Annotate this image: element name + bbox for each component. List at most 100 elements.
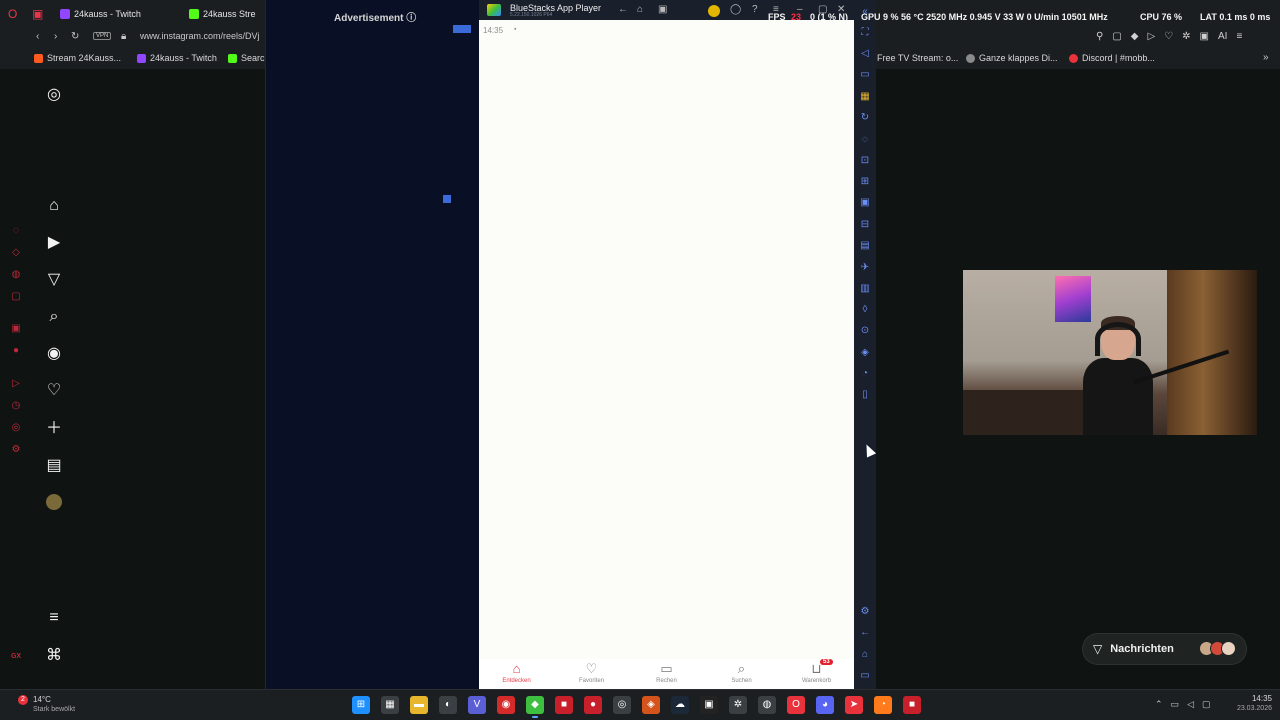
file-explorer-icon[interactable]: ▬ xyxy=(410,696,428,714)
instagram-logo-icon[interactable]: ◎ xyxy=(45,86,63,104)
tab-manager-icon[interactable]: ▣ xyxy=(32,7,46,21)
history-icon[interactable]: ◷ xyxy=(10,400,22,412)
home-icon[interactable]: ⌂ xyxy=(637,4,643,15)
back-icon[interactable]: ← xyxy=(618,4,628,15)
record-icon[interactable]: ⊟ xyxy=(859,219,871,231)
multi-instance-icon[interactable]: ▣ xyxy=(658,4,667,15)
android-screen[interactable]: 14:35 ▪ ⌂ Entdecken ♡ Favoriten ▭ Rechen… xyxy=(479,20,854,689)
dashboard-icon[interactable]: ▤ xyxy=(45,457,63,475)
clock[interactable]: 14:35 23.03.2026 xyxy=(1232,694,1272,712)
adchoices-icon[interactable] xyxy=(453,25,471,33)
volume-icon[interactable]: ◁ xyxy=(1187,699,1194,710)
opera-icon[interactable]: O xyxy=(787,696,805,714)
threads-icon[interactable]: ⌘ xyxy=(45,647,63,665)
messages-button[interactable]: ▽ Nachrichten xyxy=(1083,634,1246,664)
shield-icon[interactable]: ◆ xyxy=(1131,31,1139,42)
aria-icon[interactable]: ◌ xyxy=(10,225,22,237)
back-icon[interactable]: ‹ xyxy=(36,31,39,42)
home-icon[interactable]: ⌂ xyxy=(45,197,63,215)
gamepad-icon[interactable]: ▦ xyxy=(859,91,871,103)
opera-logo-icon[interactable]: O xyxy=(8,7,22,21)
app-red-1-icon[interactable]: ■ xyxy=(555,696,573,714)
discord-icon[interactable]: ◕ xyxy=(816,696,834,714)
tab-kick[interactable]: 24kauss Stre xyxy=(189,5,256,23)
calculator-icon[interactable]: ▦ xyxy=(381,696,399,714)
macro-icon[interactable]: ⊡ xyxy=(859,155,871,167)
sync-icon[interactable]: ⊞ xyxy=(859,176,871,188)
menu-icon[interactable]: ≡ xyxy=(1236,31,1242,42)
heart-icon[interactable]: ♡ xyxy=(1164,31,1173,42)
bookmark-item[interactable]: 24kauss - Twitch xyxy=(137,53,217,63)
heart-icon[interactable]: ♡ xyxy=(45,382,63,400)
firefox-icon[interactable]: ◔ xyxy=(874,696,892,714)
ai-icon[interactable]: AI xyxy=(1218,31,1227,42)
player-sidebar-icon[interactable]: ▷ xyxy=(10,378,22,390)
app-red-3-icon[interactable]: ■ xyxy=(903,696,921,714)
snapshot-icon[interactable]: ▢ xyxy=(1112,31,1121,42)
help-icon[interactable]: ? xyxy=(752,4,758,15)
nav-warenkorb[interactable]: ⊔ 53 Warenkorb xyxy=(779,659,854,689)
volume-icon[interactable]: ◁ xyxy=(859,48,871,60)
direct-icon[interactable]: ▽ xyxy=(45,271,63,289)
twitch-sidebar-icon[interactable]: ▣ xyxy=(10,323,22,335)
media-icon[interactable]: ▤ xyxy=(859,240,871,252)
settings-icon[interactable]: ⚙ xyxy=(859,606,871,618)
play-icon[interactable]: ▷ xyxy=(1147,31,1155,42)
avatar-icon[interactable]: ▣ xyxy=(1200,31,1209,42)
vpn-badge[interactable]: VPN xyxy=(93,32,112,40)
bookmark-item[interactable]: Searc xyxy=(228,53,265,63)
airplane-icon[interactable]: ✈ xyxy=(859,262,871,274)
reels-icon[interactable]: ▶ xyxy=(45,234,63,252)
nav-favoriten[interactable]: ♡ Favoriten xyxy=(554,659,629,689)
chevron-up-icon[interactable]: ⌃ xyxy=(1155,699,1163,710)
app-red-2-icon[interactable]: ● xyxy=(584,696,602,714)
network-icon[interactable]: ▭ xyxy=(1171,699,1180,710)
instagram-sidebar-icon[interactable]: ▢ xyxy=(10,291,22,303)
tab-twitch[interactable]: 24kauss - Twitch xyxy=(60,5,141,23)
epic-icon[interactable]: ▣ xyxy=(700,696,718,714)
bookmark-item[interactable]: Stream 24Kauss... xyxy=(34,53,121,63)
speed-icon[interactable]: ◔ xyxy=(859,368,871,380)
apk-icon[interactable]: ▥ xyxy=(859,283,871,295)
url-field[interactable]: www.instagram.com/reels/DVj xyxy=(140,31,260,41)
bookmark-item[interactable]: Ganze klappes Di... xyxy=(966,53,1058,63)
more-bookmarks-icon[interactable]: » xyxy=(1263,52,1269,63)
eco-icon[interactable]: ◊ xyxy=(859,304,871,316)
notification-icon[interactable]: ▢ xyxy=(1202,699,1211,710)
home-icon[interactable]: ⌂ xyxy=(859,649,871,661)
ad-marker-icon[interactable] xyxy=(443,195,451,203)
nav-rechen[interactable]: ▭ Rechen xyxy=(629,659,704,689)
reload-icon[interactable]: ↻ xyxy=(71,31,79,42)
recent-apps-icon[interactable]: ▭ xyxy=(859,670,871,682)
screenshot-icon[interactable]: ▣ xyxy=(859,197,871,209)
search-icon[interactable]: ⌕ xyxy=(45,308,63,326)
rotate-icon[interactable]: ↻ xyxy=(859,112,871,124)
extensions-icon[interactable]: ✲ xyxy=(1182,31,1190,42)
steam-icon[interactable]: ☁ xyxy=(671,696,689,714)
app-gear-icon[interactable]: ✲ xyxy=(729,696,747,714)
info-icon[interactable]: ⓘ xyxy=(406,13,416,24)
account-icon[interactable]: ◯ xyxy=(730,4,741,15)
app-orange-icon[interactable]: ◈ xyxy=(642,696,660,714)
music-sidebar-icon[interactable]: ● xyxy=(10,345,22,357)
location-icon[interactable]: ⊙ xyxy=(859,325,871,337)
profile-avatar[interactable] xyxy=(46,494,62,510)
keyboard-icon[interactable]: ▭ xyxy=(859,69,871,81)
fullscreen-icon[interactable]: ⛶ xyxy=(859,27,871,39)
bookmark-item[interactable]: Free TV Stream: o... xyxy=(877,53,958,63)
nav-suchen[interactable]: ⌕ Suchen xyxy=(704,659,779,689)
menu-icon[interactable]: ≡ xyxy=(45,609,63,627)
chrome-icon[interactable]: ◍ xyxy=(758,696,776,714)
red-app-icon[interactable]: ◉ xyxy=(497,696,515,714)
app-ring-icon[interactable]: ◎ xyxy=(613,696,631,714)
messenger-icon[interactable]: ◍ xyxy=(10,269,22,281)
app-bird-icon[interactable]: ➤ xyxy=(845,696,863,714)
mouse-app-icon[interactable]: ◐ xyxy=(439,696,457,714)
workspace-icon[interactable]: ◇ xyxy=(10,247,22,259)
windows-start-icon[interactable]: ⊞ xyxy=(352,696,370,714)
sidebar-toggle-icon[interactable]: ▯ xyxy=(859,389,871,401)
v-app-icon[interactable]: V xyxy=(468,696,486,714)
create-icon[interactable]: ＋ xyxy=(45,420,63,438)
nav-entdecken[interactable]: ⌂ Entdecken xyxy=(479,659,554,689)
shake-icon[interactable]: ◌ xyxy=(859,134,871,146)
